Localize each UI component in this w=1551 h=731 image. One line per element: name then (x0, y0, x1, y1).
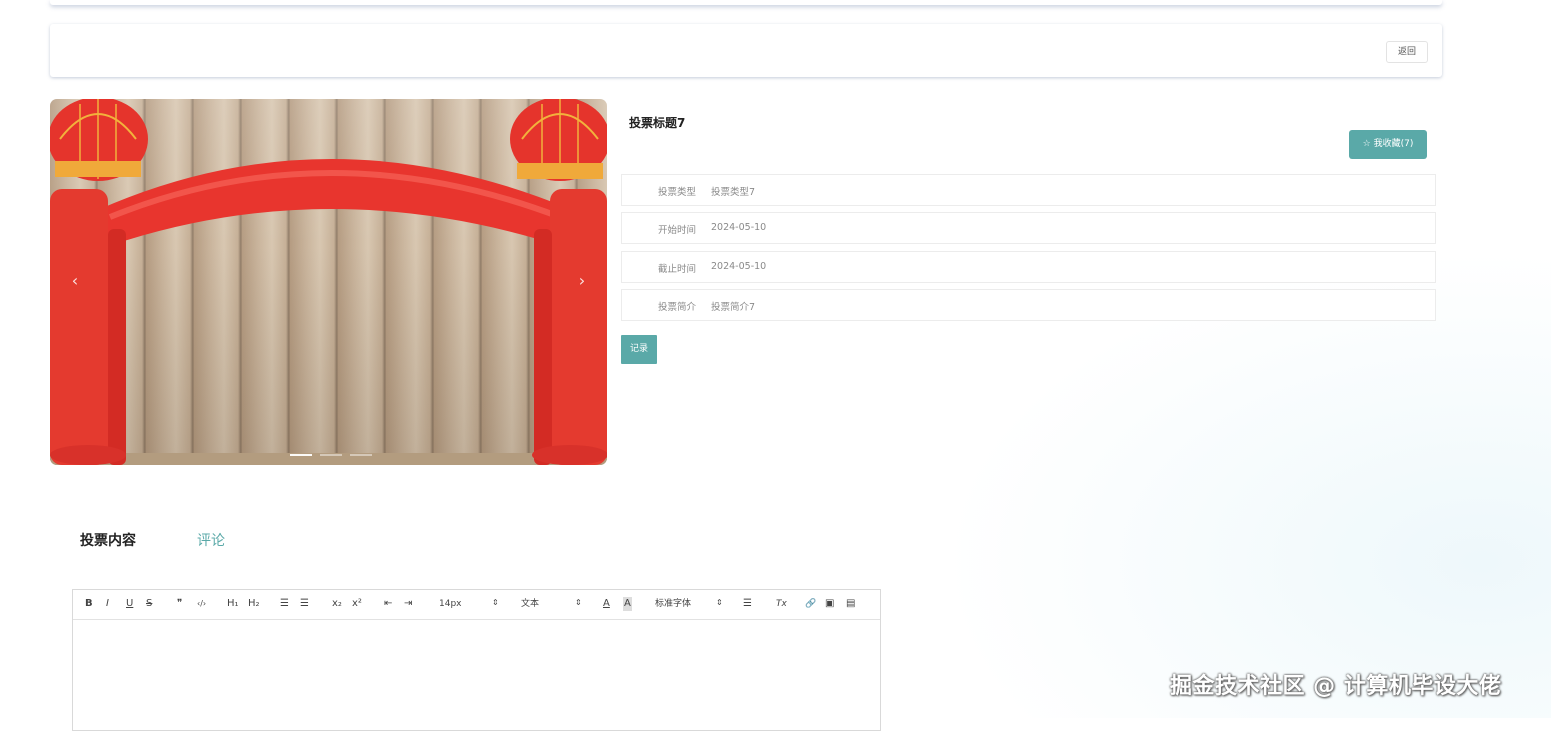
ordered-list-icon[interactable]: ☰ (280, 597, 289, 611)
superscript-icon[interactable]: x² (352, 597, 362, 611)
blockquote-icon[interactable]: ❞ (177, 597, 182, 611)
inflatable-arch-image (50, 99, 607, 465)
info-row-end-time: 截止时间 2024-05-10 (621, 251, 1436, 283)
favorite-button[interactable]: ☆ 我收藏(7) (1349, 130, 1427, 159)
info-row-start-time: 开始时间 2024-05-10 (621, 212, 1436, 244)
field-label: 投票类型 (657, 187, 696, 198)
header-style-select[interactable]: 文本 (521, 597, 539, 611)
link-icon[interactable]: 🔗 (805, 597, 816, 611)
select-caret-icon: ⇕ (492, 598, 499, 607)
tab-comments[interactable]: 评论 (197, 530, 225, 550)
video-icon[interactable]: ▤ (846, 597, 855, 611)
font-size-select[interactable]: 14px (439, 597, 462, 611)
bold-icon[interactable]: B (85, 597, 93, 611)
image-carousel[interactable]: ‹ › (50, 99, 607, 465)
vote-title: 投票标题7 (629, 116, 686, 130)
carousel-indicator-2[interactable] (320, 454, 342, 456)
info-row-type: 投票类型 投票类型7 (621, 174, 1436, 206)
field-value: 2024-05-10 (711, 222, 767, 233)
carousel-prev-icon[interactable]: ‹ (63, 269, 87, 293)
field-label: 截止时间 (657, 264, 696, 275)
field-value: 投票类型7 (711, 187, 756, 198)
field-label: 开始时间 (657, 225, 696, 236)
carousel-indicators (290, 454, 372, 456)
field-value: 投票简介7 (711, 302, 756, 313)
header-card: 返回 (50, 24, 1442, 77)
align-icon[interactable]: ☰ (743, 597, 752, 611)
rich-text-editor[interactable]: B I U S ❞ ‹/› H₁ H₂ ☰ ☰ x₂ x² ⇤ ⇥ 14px ⇕… (72, 589, 881, 731)
font-color-icon[interactable]: A (603, 597, 610, 611)
heading1-icon[interactable]: H₁ (227, 597, 239, 611)
subscript-icon[interactable]: x₂ (332, 597, 342, 611)
carousel-next-icon[interactable]: › (570, 269, 594, 293)
carousel-indicator-1[interactable] (290, 454, 312, 456)
clear-format-icon[interactable]: Tx (776, 597, 787, 611)
select-caret-icon: ⇕ (575, 598, 582, 607)
select-caret-icon: ⇕ (716, 598, 723, 607)
field-value: 2024-05-10 (711, 261, 767, 272)
code-block-icon[interactable]: ‹/› (197, 597, 206, 611)
field-label: 投票简介 (657, 302, 696, 313)
tab-vote-content[interactable]: 投票内容 (80, 530, 136, 550)
background-color-icon[interactable]: A (623, 597, 632, 611)
indent-icon[interactable]: ⇥ (404, 597, 412, 611)
italic-icon[interactable]: I (106, 597, 109, 611)
record-button[interactable]: 记录 (621, 335, 657, 364)
font-family-select[interactable]: 标准字体 (655, 597, 691, 611)
bullet-list-icon[interactable]: ☰ (300, 597, 309, 611)
image-icon[interactable]: ▣ (825, 597, 834, 611)
watermark: 掘金技术社区 @ 计算机毕设大佬 (1170, 674, 1502, 699)
underline-icon[interactable]: U (126, 597, 133, 611)
back-button[interactable]: 返回 (1385, 41, 1428, 63)
info-row-intro: 投票简介 投票简介7 (621, 289, 1436, 321)
top-card-edge (50, 0, 1442, 5)
outdent-icon[interactable]: ⇤ (384, 597, 392, 611)
editor-toolbar: B I U S ❞ ‹/› H₁ H₂ ☰ ☰ x₂ x² ⇤ ⇥ 14px ⇕… (73, 590, 880, 620)
heading2-icon[interactable]: H₂ (248, 597, 260, 611)
carousel-indicator-3[interactable] (350, 454, 372, 456)
strikethrough-icon[interactable]: S (146, 597, 152, 611)
